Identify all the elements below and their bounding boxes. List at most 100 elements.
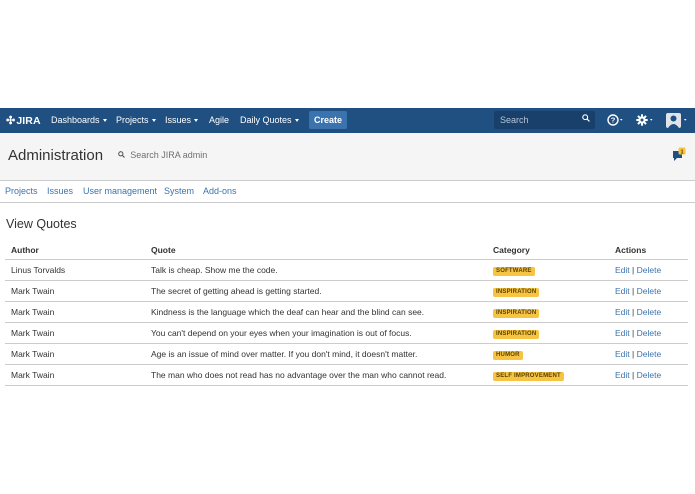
- jira-logo[interactable]: ✣JIRA: [6, 114, 41, 127]
- category-cell: INSPIRATION: [487, 301, 609, 323]
- category-cell: SOFTWARE: [487, 259, 609, 281]
- nav-daily-quotes[interactable]: Daily Quotes: [240, 115, 299, 125]
- author-cell: Mark Twain: [5, 322, 145, 344]
- nav-issues[interactable]: Issues: [165, 115, 199, 125]
- table-row: Mark Twain Kindness is the language whic…: [5, 301, 688, 323]
- admin-search[interactable]: Search JIRA admin: [118, 150, 207, 160]
- quote-cell: You can't depend on your eyes when your …: [145, 322, 487, 344]
- nav-projects[interactable]: Projects: [116, 115, 156, 125]
- action-separator: |: [632, 265, 635, 275]
- table-row: Mark Twain The secret of getting ahead i…: [5, 280, 688, 302]
- chevron-down-icon: [194, 119, 199, 123]
- help-icon[interactable]: ?: [607, 114, 625, 128]
- create-button[interactable]: Create: [309, 111, 347, 129]
- jira-logo-icon: ✣: [6, 115, 16, 127]
- category-badge: INSPIRATION: [493, 309, 540, 318]
- quote-cell: Age is an issue of mind over matter. If …: [145, 343, 487, 365]
- table-row: Mark Twain Age is an issue of mind over …: [5, 343, 688, 365]
- author-cell: Linus Torvalds: [5, 259, 145, 281]
- nav-dashboards-label: Dashboards: [51, 115, 100, 125]
- edit-link[interactable]: Edit: [615, 286, 630, 296]
- column-header-actions: Actions: [609, 240, 688, 260]
- category-badge: SOFTWARE: [493, 267, 535, 276]
- avatar-icon[interactable]: [666, 113, 690, 130]
- edit-link[interactable]: Edit: [615, 349, 630, 359]
- global-search-input[interactable]: [500, 115, 582, 125]
- edit-link[interactable]: Edit: [615, 307, 630, 317]
- column-header-quote: Quote: [145, 240, 487, 260]
- actions-cell: Edit | Delete: [609, 280, 688, 302]
- table-row: Linus Torvalds Talk is cheap. Show me th…: [5, 259, 688, 281]
- quotes-table: Author Quote Category Actions Linus Torv…: [5, 240, 688, 386]
- view-quotes-heading: View Quotes: [6, 217, 77, 231]
- table-row: Mark Twain You can't depend on your eyes…: [5, 322, 688, 344]
- category-badge: INSPIRATION: [493, 288, 540, 297]
- category-badge: INSPIRATION: [493, 330, 540, 339]
- admin-header: Administration Search JIRA admin: [0, 133, 695, 181]
- actions-cell: Edit | Delete: [609, 301, 688, 323]
- chevron-down-icon: [151, 119, 156, 123]
- column-header-author: Author: [5, 240, 145, 260]
- admin-search-placeholder: Search JIRA admin: [130, 150, 208, 160]
- nav-daily-quotes-label: Daily Quotes: [240, 115, 292, 125]
- delete-link[interactable]: Delete: [637, 286, 662, 296]
- global-search[interactable]: [494, 111, 595, 129]
- svg-text:?: ?: [611, 116, 616, 125]
- notifications-icon[interactable]: 1: [672, 147, 688, 168]
- quote-cell: The secret of getting ahead is getting s…: [145, 280, 487, 302]
- jira-logo-text: JIRA: [16, 115, 41, 127]
- table-row: Mark Twain The man who does not read has…: [5, 364, 688, 386]
- nav-dashboards[interactable]: Dashboards: [51, 115, 107, 125]
- admin-tabs: Projects Issues User management System A…: [0, 181, 695, 203]
- author-cell: Mark Twain: [5, 280, 145, 302]
- actions-cell: Edit | Delete: [609, 322, 688, 344]
- action-separator: |: [632, 328, 635, 338]
- nav-agile-label: Agile: [209, 115, 230, 125]
- action-separator: |: [632, 349, 635, 359]
- edit-link[interactable]: Edit: [615, 265, 630, 275]
- delete-link[interactable]: Delete: [637, 307, 662, 317]
- author-cell: Mark Twain: [5, 301, 145, 323]
- delete-link[interactable]: Delete: [637, 328, 662, 338]
- actions-cell: Edit | Delete: [609, 343, 688, 365]
- actions-cell: Edit | Delete: [609, 259, 688, 281]
- notification-count: 1: [680, 149, 683, 155]
- author-cell: Mark Twain: [5, 364, 145, 386]
- gear-icon[interactable]: [636, 114, 656, 128]
- action-separator: |: [632, 370, 635, 380]
- category-cell: SELF IMPROVEMENT: [487, 364, 609, 386]
- category-cell: HUMOR: [487, 343, 609, 365]
- action-separator: |: [632, 307, 635, 317]
- chevron-down-icon: [102, 119, 107, 123]
- nav-agile[interactable]: Agile: [209, 115, 229, 125]
- tab-projects[interactable]: Projects: [5, 186, 38, 196]
- tab-user-management[interactable]: User management: [83, 186, 157, 196]
- delete-link[interactable]: Delete: [637, 370, 662, 380]
- column-header-category: Category: [487, 240, 609, 260]
- actions-cell: Edit | Delete: [609, 364, 688, 386]
- category-badge: SELF IMPROVEMENT: [493, 372, 564, 381]
- tab-system[interactable]: System: [164, 186, 194, 196]
- author-cell: Mark Twain: [5, 343, 145, 365]
- category-cell: INSPIRATION: [487, 322, 609, 344]
- page-title: Administration: [8, 147, 104, 164]
- delete-link[interactable]: Delete: [637, 349, 662, 359]
- nav-projects-label: Projects: [116, 115, 149, 125]
- category-cell: INSPIRATION: [487, 280, 609, 302]
- quote-cell: Talk is cheap. Show me the code.: [145, 259, 487, 281]
- chevron-down-icon: [294, 119, 299, 123]
- nav-issues-label: Issues: [165, 115, 192, 125]
- edit-link[interactable]: Edit: [615, 328, 630, 338]
- quote-cell: Kindness is the language which the deaf …: [145, 301, 487, 323]
- delete-link[interactable]: Delete: [637, 265, 662, 275]
- quote-cell: The man who does not read has no advanta…: [145, 364, 487, 386]
- search-icon[interactable]: [582, 111, 590, 129]
- category-badge: HUMOR: [493, 351, 523, 360]
- top-navigation-bar: ✣JIRA Dashboards Projects Issues Agile D…: [0, 108, 695, 133]
- table-header-row: Author Quote Category Actions: [5, 240, 688, 260]
- edit-link[interactable]: Edit: [615, 370, 630, 380]
- tab-add-ons[interactable]: Add-ons: [203, 186, 237, 196]
- tab-issues[interactable]: Issues: [47, 186, 73, 196]
- action-separator: |: [632, 286, 635, 296]
- search-icon: [118, 151, 127, 160]
